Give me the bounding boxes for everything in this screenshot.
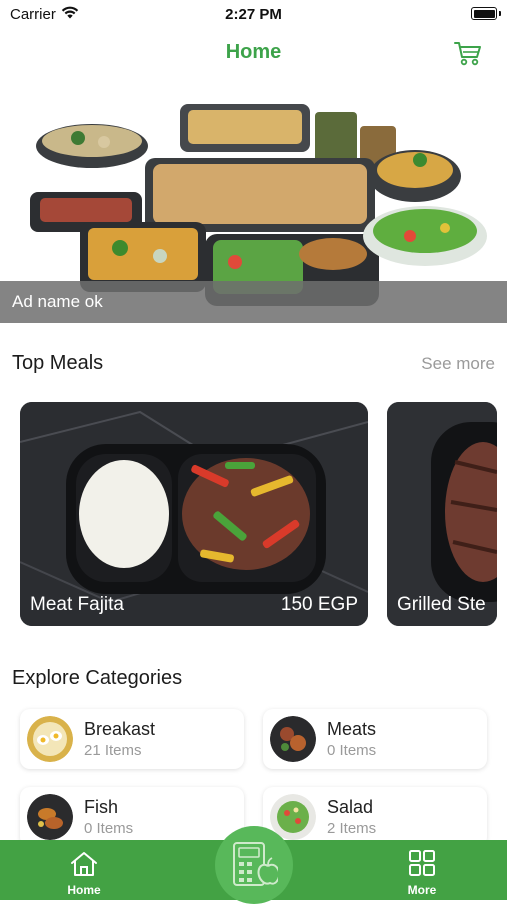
category-count: 21 Items	[84, 742, 142, 759]
meal-name: Meat Fajita	[30, 594, 124, 615]
category-card-breakfast[interactable]: Breakast 21 Items	[20, 709, 244, 769]
meal-image	[20, 402, 368, 626]
category-thumbnail	[270, 716, 316, 762]
section-title-categories: Explore Categories	[12, 667, 183, 689]
meal-card[interactable]: Grilled Ste	[387, 402, 497, 626]
cart-button[interactable]	[452, 38, 484, 68]
category-card-salad[interactable]: Salad 2 Items	[263, 787, 487, 847]
see-more-link[interactable]: See more	[421, 354, 495, 374]
category-thumbnail	[27, 716, 73, 762]
ad-banner[interactable]: Ad name ok	[0, 86, 507, 323]
calorie-calculator-icon	[233, 842, 278, 886]
category-count: 2 Items	[327, 820, 377, 837]
category-name: Meats	[327, 719, 377, 739]
category-name: Breakast	[84, 719, 156, 739]
banner-caption-text: Ad name ok	[12, 292, 103, 311]
tab-more[interactable]: More	[372, 840, 472, 900]
category-name: Fish	[84, 797, 119, 817]
meal-image	[387, 402, 497, 626]
meal-name: Grilled Ste	[397, 594, 486, 615]
tab-home-label: Home	[67, 883, 101, 897]
banner-caption: Ad name ok	[0, 281, 507, 323]
category-name: Salad	[327, 797, 374, 817]
meal-price: 150 EGP	[280, 594, 358, 615]
category-thumbnail	[27, 794, 73, 840]
category-card-meats[interactable]: Meats 0 Items	[263, 709, 487, 769]
category-card-fish[interactable]: Fish 0 Items	[20, 787, 244, 847]
category-count: 0 Items	[327, 742, 377, 759]
category-count: 0 Items	[84, 820, 134, 837]
section-title-top-meals: Top Meals	[12, 352, 104, 374]
tab-home[interactable]: Home	[34, 840, 134, 900]
grid-icon	[409, 850, 435, 876]
calorie-calculator-button[interactable]	[215, 826, 293, 904]
meal-card[interactable]: Meat Fajita 150 EGP	[20, 402, 368, 626]
page-title: Home	[225, 41, 282, 63]
status-bar: Carrier 2:27 PM	[0, 0, 507, 28]
battery-icon	[471, 7, 501, 20]
clock: 2:27 PM	[225, 6, 282, 23]
home-icon	[71, 852, 97, 876]
tab-more-label: More	[407, 883, 437, 897]
cart-icon	[454, 42, 481, 66]
